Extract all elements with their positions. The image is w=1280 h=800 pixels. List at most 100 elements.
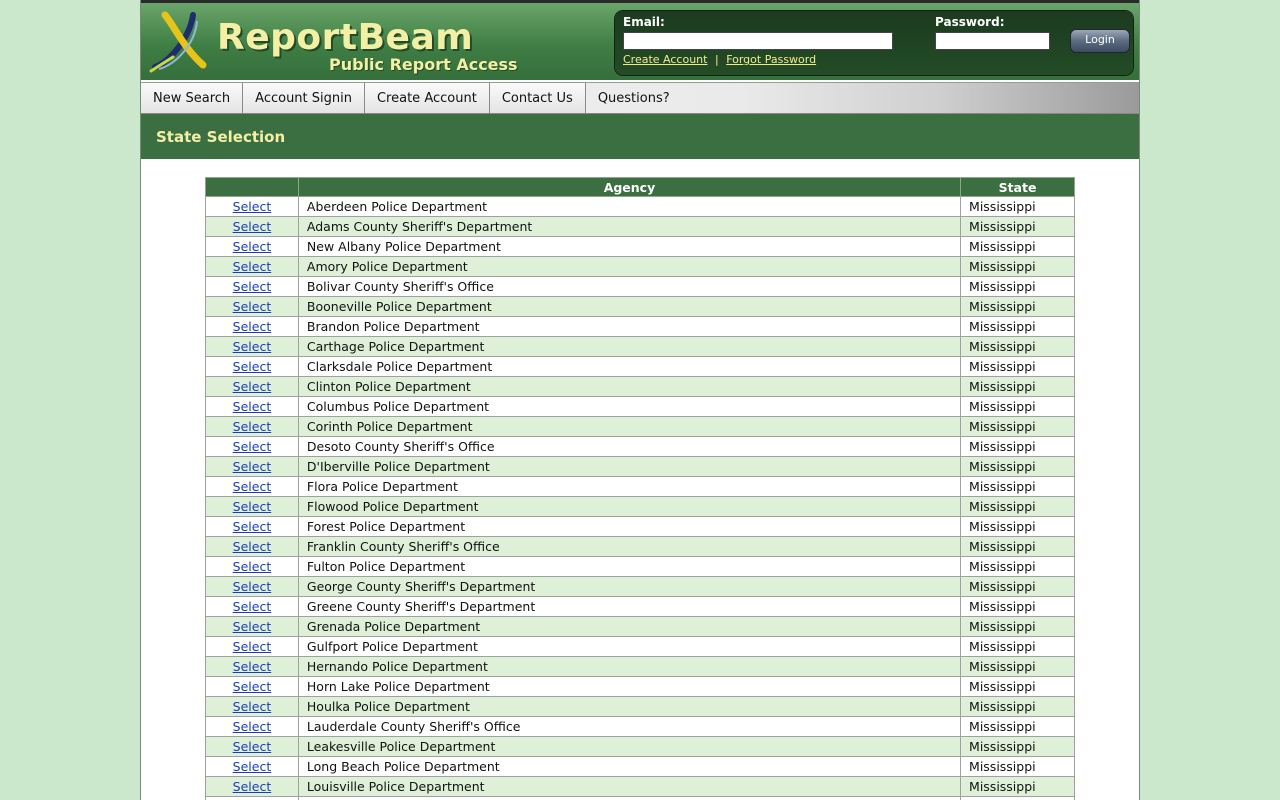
table-row: Select Louisville Police Department Missis…	[205, 776, 1075, 797]
nav-account-signin[interactable]: Account Signin	[243, 83, 365, 113]
password-input[interactable]	[935, 32, 1050, 50]
agency-cell: Amory Police Department	[297, 256, 962, 277]
select-link[interactable]: Select	[233, 319, 272, 334]
table-row: Select Columbus Police Department Mississi…	[205, 396, 1075, 417]
agency-cell: Gulfport Police Department	[297, 636, 962, 657]
state-cell: Mississippi	[960, 716, 1075, 737]
select-link[interactable]: Select	[233, 239, 272, 254]
email-input[interactable]	[623, 32, 893, 50]
state-cell: Mississippi	[960, 456, 1075, 477]
agency-cell	[297, 796, 962, 800]
create-account-link[interactable]: Create Account	[623, 53, 707, 66]
nav-questions[interactable]: Questions?	[586, 83, 682, 113]
agency-cell: Lauderdale County Sheriff's Office	[297, 716, 962, 737]
select-cell: Select	[205, 236, 299, 257]
select-link[interactable]: Select	[233, 719, 272, 734]
table-row: Select Amory Police Department Mississippi	[205, 256, 1075, 277]
select-link[interactable]: Select	[233, 399, 272, 414]
select-link[interactable]: Select	[233, 619, 272, 634]
agency-cell: George County Sheriff's Department	[297, 576, 962, 597]
select-link[interactable]: Select	[233, 439, 272, 454]
table-row: Select Forest Police Department Mississipp…	[205, 516, 1075, 537]
email-label: Email:	[623, 15, 665, 29]
select-link[interactable]: Select	[233, 339, 272, 354]
agency-cell: Clarksdale Police Department	[297, 356, 962, 377]
login-button[interactable]: Login	[1070, 29, 1130, 53]
agency-cell: Franklin County Sheriff's Office	[297, 536, 962, 557]
select-link[interactable]: Select	[233, 219, 272, 234]
select-link[interactable]: Select	[233, 199, 272, 214]
select-link[interactable]: Select	[233, 379, 272, 394]
table-row: Select Desoto County Sheriff's Office Miss…	[205, 436, 1075, 457]
select-link[interactable]: Select	[233, 639, 272, 654]
select-link[interactable]: Select	[233, 779, 272, 794]
agency-cell: Greene County Sheriff's Department	[297, 596, 962, 617]
select-link[interactable]: Select	[233, 419, 272, 434]
table-row: Select New Albany Police Department Missis…	[205, 236, 1075, 257]
state-cell: Mississippi	[960, 436, 1075, 457]
select-link[interactable]: Select	[233, 759, 272, 774]
column-header-agency: Agency	[297, 177, 962, 197]
select-link[interactable]: Select	[233, 299, 272, 314]
select-link[interactable]: Select	[233, 539, 272, 554]
select-link[interactable]: Select	[233, 699, 272, 714]
table-row: Select Corinth Police Department Mississip…	[205, 416, 1075, 437]
select-link[interactable]: Select	[233, 459, 272, 474]
agency-cell: Forest Police Department	[297, 516, 962, 537]
agency-cell: Houlka Police Department	[297, 696, 962, 717]
nav-new-search[interactable]: New Search	[141, 83, 244, 113]
select-cell	[205, 796, 299, 800]
table-row: Select Grenada Police Department Mississip…	[205, 616, 1075, 637]
select-cell: Select	[205, 676, 299, 697]
agency-cell: Fulton Police Department	[297, 556, 962, 577]
brand-tagline: Public Report Access	[329, 55, 518, 74]
select-cell: Select	[205, 656, 299, 677]
select-link[interactable]: Select	[233, 359, 272, 374]
select-link[interactable]: Select	[233, 559, 272, 574]
select-link[interactable]: Select	[233, 739, 272, 754]
nav-contact-us[interactable]: Contact Us	[489, 83, 586, 113]
agency-cell: Bolivar County Sheriff's Office	[297, 276, 962, 297]
agency-cell: Leakesville Police Department	[297, 736, 962, 757]
select-link[interactable]: Select	[233, 679, 272, 694]
select-link[interactable]: Select	[233, 659, 272, 674]
state-cell: Mississippi	[960, 656, 1075, 677]
select-cell: Select	[205, 256, 299, 277]
agency-cell: Booneville Police Department	[297, 296, 962, 317]
table-row: Select Clinton Police Department Mississip…	[205, 376, 1075, 397]
agency-cell: Carthage Police Department	[297, 336, 962, 357]
state-cell: Mississippi	[960, 276, 1075, 297]
state-cell: Mississippi	[960, 636, 1075, 657]
forgot-password-link[interactable]: Forgot Password	[726, 53, 816, 66]
page-title: State Selection	[156, 128, 286, 146]
table-row: Select Franklin County Sheriff's Office Mi…	[205, 536, 1075, 557]
select-link[interactable]: Select	[233, 499, 272, 514]
state-cell: Mississippi	[960, 316, 1075, 337]
select-cell: Select	[205, 356, 299, 377]
table-row: Select Flowood Police Department Mississip…	[205, 496, 1075, 517]
agency-cell: Clinton Police Department	[297, 376, 962, 397]
nav-create-account[interactable]: Create Account	[364, 83, 490, 113]
state-cell: Mississippi	[960, 576, 1075, 597]
brand-name: ReportBeam	[217, 17, 474, 58]
agency-cell: Horn Lake Police Department	[297, 676, 962, 697]
state-cell: Mississippi	[960, 676, 1075, 697]
table-row	[205, 796, 1075, 800]
select-link[interactable]: Select	[233, 259, 272, 274]
select-link[interactable]: Select	[233, 279, 272, 294]
select-cell: Select	[205, 716, 299, 737]
state-cell: Mississippi	[960, 536, 1075, 557]
table-row: Select D'Iberville Police Department Missi…	[205, 456, 1075, 477]
agency-cell: Flowood Police Department	[297, 496, 962, 517]
select-cell: Select	[205, 416, 299, 437]
table-row: Select Adams County Sheriff's Department M…	[205, 216, 1075, 237]
select-link[interactable]: Select	[233, 599, 272, 614]
state-cell: Mississippi	[960, 756, 1075, 777]
select-link[interactable]: Select	[233, 579, 272, 594]
state-cell: Mississippi	[960, 196, 1075, 217]
state-cell: Mississippi	[960, 596, 1075, 617]
select-link[interactable]: Select	[233, 519, 272, 534]
select-link[interactable]: Select	[233, 479, 272, 494]
select-cell: Select	[205, 776, 299, 797]
state-cell: Mississippi	[960, 616, 1075, 637]
